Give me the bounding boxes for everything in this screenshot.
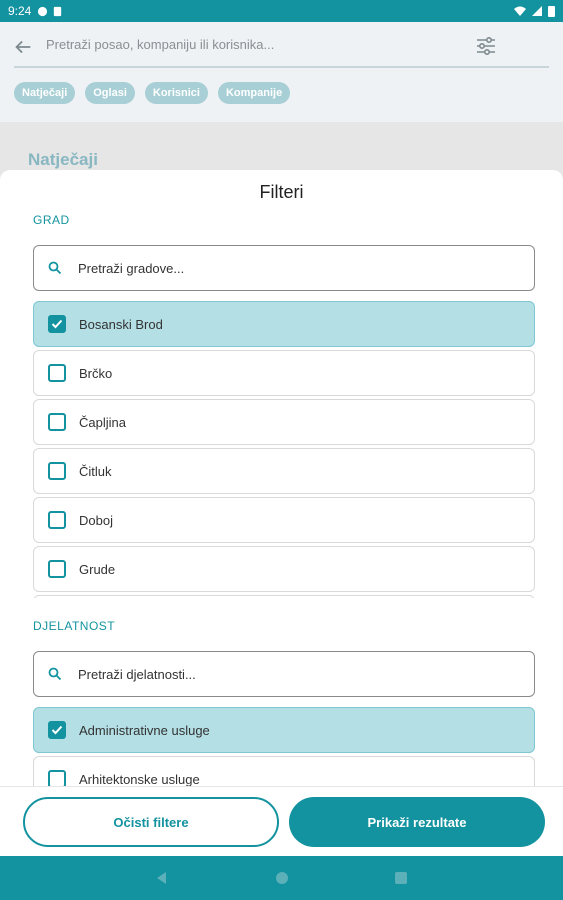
grad-list: Bosanski Brod Brčko Čapljina Čitluk Dobo…	[33, 301, 535, 598]
wifi-icon	[514, 6, 526, 16]
chip-natjecaji[interactable]: Natječaji	[14, 82, 76, 104]
list-item-label: Arhitektonske usluge	[79, 772, 200, 786]
filter-sliders-icon[interactable]	[474, 34, 498, 58]
djelatnost-search-field[interactable]: Pretraži djelatnosti...	[33, 651, 535, 697]
chip-korisnici[interactable]: Korisnici	[144, 82, 208, 104]
sim-icon	[54, 6, 62, 16]
checkbox[interactable]	[48, 560, 66, 578]
back-arrow-icon[interactable]	[12, 36, 34, 58]
system-nav-bar	[0, 856, 563, 900]
nav-back-icon[interactable]	[155, 871, 167, 885]
checkbox[interactable]	[48, 462, 66, 480]
search-icon	[48, 261, 62, 275]
djelatnost-list: Administrativne usluge Arhitektonske usl…	[33, 707, 535, 786]
checkbox[interactable]	[48, 413, 66, 431]
checkbox[interactable]	[48, 770, 66, 786]
battery-icon	[548, 6, 555, 17]
list-item[interactable]: Čapljina	[33, 399, 535, 445]
search-header: Pretraži posao, kompaniju ili korisnika.…	[0, 22, 563, 122]
check-icon	[51, 319, 63, 329]
sheet-title: Filteri	[259, 182, 304, 202]
list-item-label: Grude	[79, 562, 116, 577]
grad-label: GRAD	[33, 213, 70, 227]
search-input[interactable]: Pretraži posao, kompaniju ili korisnika.…	[46, 37, 274, 52]
checkbox-checked[interactable]	[48, 315, 66, 333]
grad-search-field[interactable]: Pretraži gradove...	[33, 245, 535, 291]
djelatnost-search-placeholder: Pretraži djelatnosti...	[78, 667, 196, 682]
search-underline	[14, 66, 549, 68]
chip-kompanije[interactable]: Kompanije	[217, 82, 291, 104]
action-bar: Očisti filtere Prikaži rezultate	[0, 786, 563, 856]
search-icon	[48, 667, 62, 681]
checkbox[interactable]	[48, 364, 66, 382]
list-item[interactable]: Administrativne usluge	[33, 707, 535, 753]
section-title: Natječaji	[28, 150, 98, 169]
list-item[interactable]: Arhitektonske usluge	[33, 756, 535, 786]
list-item[interactable]: Brčko	[33, 350, 535, 396]
list-item-label: Čitluk	[79, 464, 112, 479]
list-item[interactable]: Doboj	[33, 497, 535, 543]
list-item-label: Čapljina	[79, 415, 126, 430]
list-item-label: Bosanski Brod	[79, 317, 163, 332]
list-item-label: Administrativne usluge	[79, 723, 210, 738]
check-icon	[51, 725, 63, 735]
list-item-label: Brčko	[79, 366, 113, 381]
list-item[interactable]: Grude	[33, 546, 535, 592]
list-item[interactable]: Bosanski Brod	[33, 301, 535, 347]
list-item-partial[interactable]	[33, 595, 535, 598]
category-chips: Natječaji Oglasi Korisnici Kompanije	[14, 82, 291, 104]
checkbox[interactable]	[48, 511, 66, 529]
nav-recents-icon[interactable]	[395, 872, 407, 884]
grad-search-placeholder: Pretraži gradove...	[78, 261, 185, 276]
notification-icon	[38, 6, 48, 16]
checkbox-checked[interactable]	[48, 721, 66, 739]
clear-filters-button[interactable]: Očisti filtere	[23, 797, 279, 847]
show-results-button[interactable]: Prikaži rezultate	[289, 797, 545, 847]
list-item[interactable]: Čitluk	[33, 448, 535, 494]
list-item-label: Doboj	[79, 513, 113, 528]
signal-icon	[532, 6, 542, 16]
status-time: 9:24	[8, 4, 32, 18]
nav-home-icon[interactable]	[276, 872, 288, 884]
filter-sheet: Filteri GRAD Pretraži gradove... Bosansk…	[0, 170, 563, 786]
djelatnost-label: DJELATNOST	[33, 619, 116, 633]
status-bar: 9:24	[0, 0, 563, 22]
chip-oglasi[interactable]: Oglasi	[85, 82, 135, 104]
